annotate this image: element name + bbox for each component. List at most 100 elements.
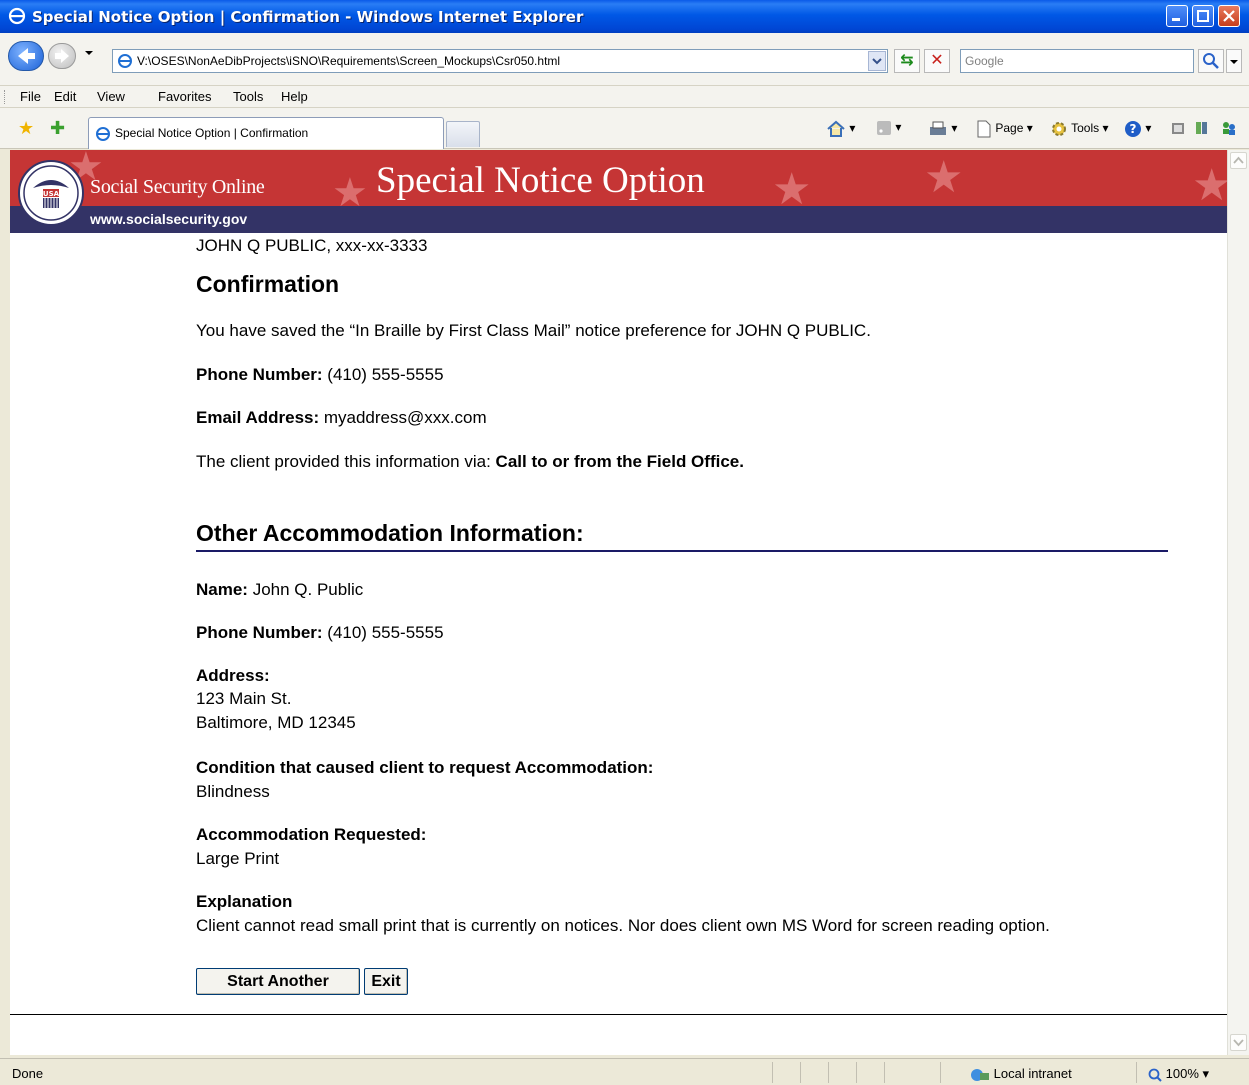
menu-help[interactable]: Help [281, 89, 308, 104]
menu-view[interactable]: View [97, 89, 125, 104]
page-menu-label: Page [995, 121, 1024, 136]
status-separator [772, 1062, 773, 1083]
search-input[interactable]: Google [960, 49, 1194, 73]
security-zone[interactable]: Local intranet [970, 1066, 1072, 1082]
window-title: Special Notice Option | Confirmation - W… [32, 8, 584, 26]
address-line-2: Baltimore, MD 12345 [196, 713, 356, 732]
page-viewport: ★ ★ ★ ★ ★ Social Security Online Special… [10, 150, 1227, 1055]
saved-message: You have saved the “In Braille by First … [196, 321, 871, 340]
add-favorites-icon[interactable]: ✚ [50, 118, 65, 139]
toolbar-extension-button[interactable] [1194, 120, 1210, 136]
help-button[interactable]: ? ▾ [1124, 120, 1151, 138]
page-icon [96, 127, 110, 141]
scroll-down-button[interactable] [1230, 1034, 1247, 1051]
name-row: Name: John Q. Public [196, 580, 363, 600]
explanation-label: Explanation [196, 892, 293, 911]
zoom-level-button[interactable]: 100% ▾ [1148, 1066, 1209, 1082]
phone-number-row: Phone Number: (410) 555-5555 [196, 365, 444, 385]
page-footer-divider [10, 1014, 1227, 1015]
status-separator [800, 1062, 801, 1083]
name-label: Name: [196, 580, 248, 599]
scroll-up-button[interactable] [1230, 152, 1247, 169]
minimize-icon [1172, 18, 1180, 21]
menu-file[interactable]: File [20, 89, 41, 104]
menu-bar: File Edit View Favorites Tools Help [0, 86, 1249, 108]
phone2-value: (410) 555-5555 [322, 623, 444, 642]
menu-favorites[interactable]: Favorites [158, 89, 211, 104]
search-button[interactable] [1198, 49, 1224, 73]
menu-tools[interactable]: Tools [233, 89, 263, 104]
tab-special-notice-confirmation[interactable]: Special Notice Option | Confirmation [88, 117, 444, 149]
email-label: Email Address: [196, 408, 320, 427]
email-address-row: Email Address: myaddress@xxx.com [196, 408, 487, 428]
new-tab-button[interactable] [446, 121, 480, 147]
confirmation-heading: Confirmation [196, 271, 340, 297]
stop-button[interactable]: ✕ [924, 49, 950, 73]
messenger-button[interactable] [1220, 120, 1238, 136]
recent-pages-chevron-icon[interactable] [84, 48, 94, 58]
chevron-down-icon [872, 58, 882, 65]
home-button[interactable]: ▾ [826, 120, 855, 138]
exit-button[interactable]: Exit [364, 968, 408, 995]
window-left-frame [0, 150, 10, 1055]
status-separator [828, 1062, 829, 1083]
address-dropdown-button[interactable] [868, 51, 886, 71]
chevron-up-icon [1233, 156, 1244, 164]
chevron-down-icon [1233, 1039, 1244, 1047]
print-button[interactable]: ▾ [928, 120, 957, 138]
name-value: John Q. Public [247, 580, 364, 599]
tab-label: Special Notice Option | Confirmation [115, 126, 309, 140]
intranet-globe-icon [971, 1068, 989, 1081]
seal-text: USA [43, 190, 60, 198]
research-button[interactable] [1170, 120, 1186, 136]
site-name[interactable]: Social Security Online [90, 176, 265, 199]
provided-via-row: The client provided this information via… [196, 452, 744, 472]
zoom-level-label: 100% [1165, 1066, 1199, 1081]
ie-logo-icon [8, 7, 26, 25]
maximize-icon [1197, 10, 1209, 22]
status-separator [856, 1062, 857, 1083]
page-banner: ★ ★ ★ ★ ★ Social Security Online Special… [10, 150, 1227, 206]
toolbar-grip[interactable] [4, 90, 7, 104]
maximize-button[interactable] [1192, 5, 1214, 27]
page-icon [977, 120, 991, 138]
status-separator [1136, 1062, 1137, 1083]
address-input[interactable]: V:\OSES\NonAeDibProjects\iSNO\Requiremen… [112, 49, 888, 73]
star-icon: ★ [772, 165, 812, 206]
phone-label: Phone Number: [196, 365, 323, 384]
refresh-button[interactable]: ⇆ [894, 49, 920, 73]
close-button[interactable] [1218, 5, 1240, 27]
feeds-button[interactable]: ▾ [876, 120, 901, 136]
search-options-button[interactable] [1226, 49, 1242, 73]
explanation-value: Client cannot read small print that is c… [196, 916, 1050, 935]
printer-icon [930, 121, 946, 135]
condition-label: Condition that caused client to request … [196, 758, 654, 777]
search-placeholder: Google [965, 54, 1004, 68]
gear-icon [1052, 122, 1066, 136]
other-accommodation-heading: Other Accommodation Information: [196, 520, 584, 546]
svg-text:?: ? [1130, 122, 1137, 136]
tools-menu-button[interactable]: Tools ▾ [1050, 120, 1109, 138]
star-icon: ★ [924, 153, 964, 202]
chevron-down-icon [1230, 60, 1238, 64]
site-url[interactable]: www.socialsecurity.gov [90, 211, 247, 227]
minimize-button[interactable] [1166, 5, 1188, 27]
start-another-button[interactable]: Start Another [196, 968, 360, 995]
vertical-scrollbar[interactable] [1227, 150, 1249, 1055]
star-icon: ★ [1192, 161, 1227, 206]
provided-via-value: Call to or from the Field Office. [495, 452, 744, 471]
star-icon: ★ [332, 171, 368, 206]
security-zone-label: Local intranet [993, 1066, 1072, 1081]
window-title-bar[interactable]: Special Notice Option | Confirmation - W… [0, 0, 1249, 33]
forward-button[interactable] [48, 43, 76, 69]
ssa-seal-logo[interactable]: USA [18, 160, 84, 226]
menu-edit[interactable]: Edit [54, 89, 76, 104]
back-button[interactable] [8, 41, 44, 71]
condition-value: Blindness [196, 782, 270, 801]
home-icon [827, 120, 845, 137]
zoom-icon [1148, 1068, 1162, 1082]
page-menu-button[interactable]: Page ▾ [976, 120, 1033, 138]
status-separator [884, 1062, 885, 1083]
phone-number-row-2: Phone Number: (410) 555-5555 [196, 623, 444, 643]
favorites-center-icon[interactable]: ★ [18, 118, 34, 139]
